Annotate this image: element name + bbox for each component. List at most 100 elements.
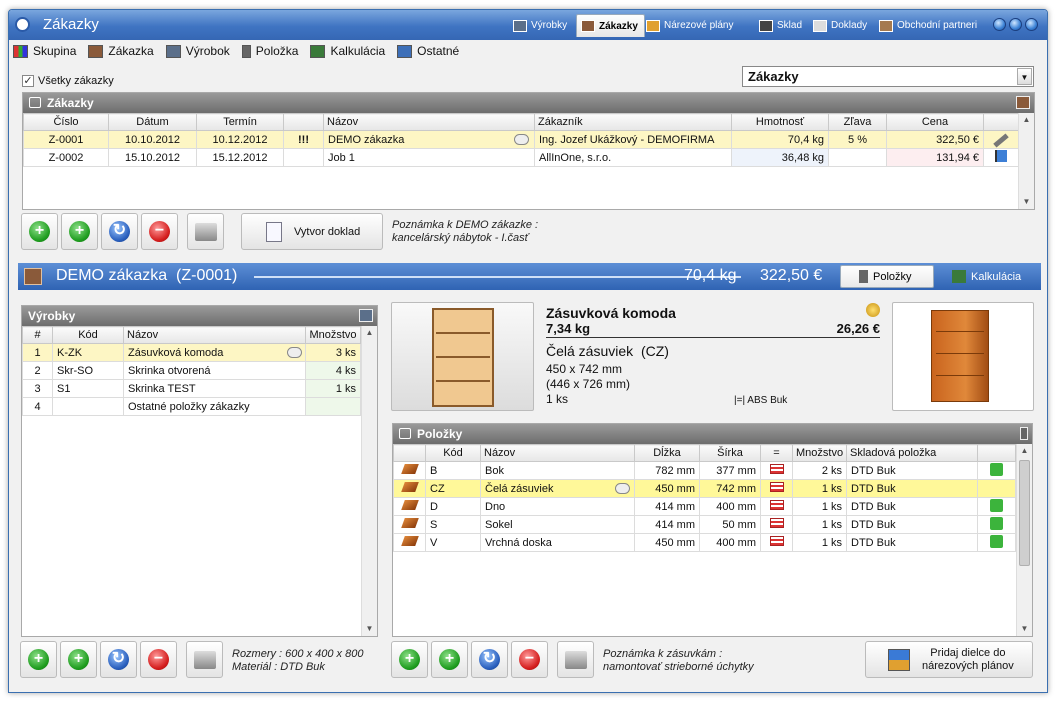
edge-icon[interactable]: [760, 515, 793, 534]
delete-item-button[interactable]: −: [511, 641, 548, 678]
table-row[interactable]: CZ Čelá zásuviek 450 mm 742 mm 1 ks DTD …: [393, 479, 1016, 498]
scroll-up-icon[interactable]: ▲: [1019, 113, 1034, 127]
wrench-icon[interactable]: [983, 130, 1019, 149]
col-header[interactable]: #: [22, 326, 53, 344]
col-header[interactable]: Zľava: [828, 113, 887, 131]
close-button[interactable]: [1025, 18, 1038, 31]
col-header[interactable]: Skladová položka: [846, 444, 978, 462]
add-item-button[interactable]: +: [391, 641, 428, 678]
delete-product-button[interactable]: −: [140, 641, 177, 678]
add-item-copy-button[interactable]: +: [431, 641, 468, 678]
print-order-button[interactable]: [187, 213, 224, 250]
add-order-copy-button[interactable]: +: [61, 213, 98, 250]
module-tab-warehouse[interactable]: Sklad: [755, 14, 808, 37]
add-order-button[interactable]: +: [21, 213, 58, 250]
toolbar-item[interactable]: Položka: [241, 44, 298, 58]
table-row[interactable]: S Sokel 414 mm 50 mm 1 ks DTD Buk: [393, 515, 1016, 534]
comment-icon[interactable]: [514, 134, 529, 145]
products-scrollbar[interactable]: ▲ ▼: [361, 326, 377, 636]
delete-order-button[interactable]: −: [141, 213, 178, 250]
col-header[interactable]: Množstvo: [305, 326, 361, 344]
toolbar-other[interactable]: Ostatné: [397, 44, 459, 58]
col-header[interactable]: Číslo: [23, 113, 109, 131]
item-icon: [241, 44, 251, 58]
table-row[interactable]: 3 S1 Skrinka TEST 1 ks: [22, 379, 361, 398]
edge-icon[interactable]: [760, 497, 793, 516]
refresh-item-button[interactable]: ↻: [471, 641, 508, 678]
items-panel-icon[interactable]: [1020, 427, 1028, 440]
orders-scrollbar[interactable]: ▲ ▼: [1018, 113, 1034, 209]
table-row[interactable]: B Bok 782 mm 377 mm 2 ks DTD Buk: [393, 461, 1016, 480]
tab-calculation[interactable]: Kalkulácia: [940, 265, 1029, 288]
scroll-thumb[interactable]: [1019, 460, 1030, 566]
table-row[interactable]: Z-0001 10.10.2012 10.12.2012 !!! DEMO zá…: [23, 130, 1019, 149]
scroll-up-icon[interactable]: ▲: [1017, 444, 1032, 458]
scroll-down-icon[interactable]: ▼: [362, 622, 377, 636]
puzzle-icon[interactable]: [977, 497, 1016, 516]
comment-icon[interactable]: [287, 347, 302, 358]
module-tab-products[interactable]: Výrobky: [509, 14, 573, 37]
scroll-up-icon[interactable]: ▲: [362, 326, 377, 340]
table-row[interactable]: 1 K-ZK Zásuvková komoda 3 ks: [22, 343, 361, 362]
col-header[interactable]: [393, 444, 426, 462]
col-header[interactable]: [977, 444, 1016, 462]
table-row[interactable]: 2 Skr-SO Skrinka otvorená 4 ks: [22, 361, 361, 380]
scroll-down-icon[interactable]: ▼: [1019, 195, 1034, 209]
col-header[interactable]: Kód: [52, 326, 124, 344]
table-row[interactable]: V Vrchná doska 450 mm 400 mm 1 ks DTD Bu…: [393, 533, 1016, 552]
flag-icon[interactable]: [983, 148, 1019, 167]
scroll-down-icon[interactable]: ▼: [1017, 622, 1032, 636]
refresh-product-button[interactable]: ↻: [100, 641, 137, 678]
comment-icon[interactable]: [615, 483, 630, 494]
toolbar-group[interactable]: Skupina: [13, 44, 76, 58]
col-header[interactable]: Cena: [886, 113, 984, 131]
items-scrollbar[interactable]: ▲ ▼: [1016, 444, 1032, 636]
col-header[interactable]: Zákazník: [534, 113, 732, 131]
view-select[interactable]: Zákazky ▼: [742, 66, 1034, 87]
col-header[interactable]: Hmotnosť: [731, 113, 829, 131]
puzzle-icon[interactable]: [977, 515, 1016, 534]
all-orders-checkbox[interactable]: ✓ Všetky zákazky: [22, 75, 114, 87]
module-tab-cutting-plans[interactable]: Nárezové plány: [642, 14, 739, 37]
add-to-cutting-plans-button[interactable]: Pridaj dielce do nárezových plánov: [865, 641, 1033, 678]
col-header[interactable]: Termín: [196, 113, 284, 131]
print-product-button[interactable]: [186, 641, 223, 678]
module-tab-partners[interactable]: Obchodní partneri: [875, 14, 983, 37]
item-stock: DTD Buk: [846, 479, 978, 498]
col-header[interactable]: [283, 113, 324, 131]
table-row[interactable]: D Dno 414 mm 400 mm 1 ks DTD Buk: [393, 497, 1016, 516]
edge-icon[interactable]: [760, 461, 793, 480]
minimize-button[interactable]: [993, 18, 1006, 31]
maximize-button[interactable]: [1009, 18, 1022, 31]
col-header[interactable]: Dátum: [108, 113, 197, 131]
item-stock: DTD Buk: [846, 461, 978, 480]
table-row[interactable]: 4 Ostatné položky zákazky: [22, 397, 361, 416]
print-item-button[interactable]: [557, 641, 594, 678]
col-header[interactable]: Šírka: [699, 444, 761, 462]
col-header[interactable]: Názov: [323, 113, 535, 131]
edge-icon[interactable]: [760, 479, 793, 498]
module-tab-orders[interactable]: Zákazky: [576, 14, 645, 37]
edge-icon[interactable]: [760, 533, 793, 552]
toolbar-order[interactable]: Zákazka: [88, 44, 154, 58]
add-product-copy-button[interactable]: +: [60, 641, 97, 678]
puzzle-icon[interactable]: [977, 533, 1016, 552]
tab-items[interactable]: Položky: [840, 265, 934, 288]
col-header[interactable]: Množstvo: [792, 444, 847, 462]
col-header[interactable]: Názov: [123, 326, 306, 344]
table-row[interactable]: Z-0002 15.10.2012 15.12.2012 Job 1 AllIn…: [23, 148, 1019, 167]
create-document-button[interactable]: Vytvor doklad: [241, 213, 383, 250]
module-tab-documents[interactable]: Doklady: [809, 14, 873, 37]
col-header[interactable]: =: [760, 444, 793, 462]
order-panel-icon[interactable]: [1016, 96, 1030, 109]
products-panel-icon[interactable]: [359, 309, 373, 322]
col-header[interactable]: Kód: [425, 444, 481, 462]
toolbar-product[interactable]: Výrobok: [165, 44, 230, 58]
puzzle-icon[interactable]: [977, 461, 1016, 480]
refresh-order-button[interactable]: ↻: [101, 213, 138, 250]
add-product-button[interactable]: +: [20, 641, 57, 678]
col-header[interactable]: Dĺžka: [634, 444, 700, 462]
col-header[interactable]: Názov: [480, 444, 635, 462]
toolbar-calculation[interactable]: Kalkulácia: [310, 44, 385, 58]
chevron-down-icon[interactable]: ▼: [1017, 68, 1032, 85]
